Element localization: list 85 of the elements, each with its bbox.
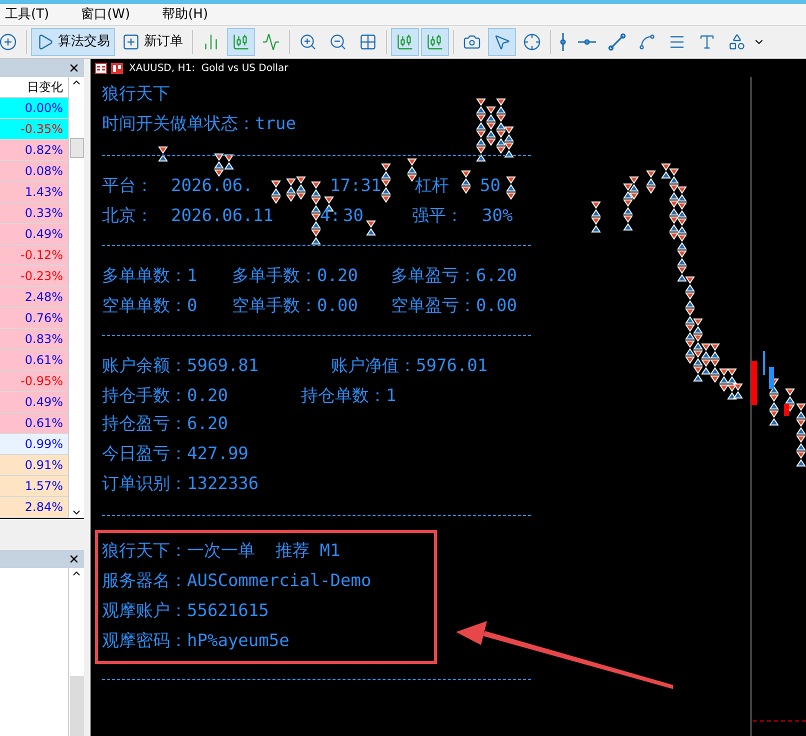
- change-cell: 1.43%: [0, 182, 68, 203]
- info-text: 持仓盈亏：6.20: [102, 413, 228, 436]
- grid-icon: [359, 33, 377, 51]
- change-cell: 0.91%: [0, 455, 68, 476]
- window-icon: [95, 62, 107, 74]
- line-chart-icon: [262, 33, 280, 51]
- change-cell: 0.49%: [0, 392, 68, 413]
- scroll-thumb[interactable]: [70, 676, 84, 736]
- scrollbar[interactable]: [68, 77, 84, 518]
- trend-line-icon: [608, 33, 626, 51]
- info-text: 多单单数：1: [102, 265, 198, 288]
- menu-item[interactable]: 工具(T): [0, 4, 54, 24]
- menu-item[interactable]: 帮助(H): [157, 4, 214, 24]
- menu-item[interactable]: 窗口(W): [76, 4, 136, 24]
- toolbar-button[interactable]: 新订单: [117, 28, 188, 56]
- info-text: 多单盈亏：6.20: [391, 265, 517, 288]
- info-text: 观摩密码：hP%ayeum5e: [102, 630, 290, 654]
- change-cell: -0.12%: [0, 245, 68, 266]
- change-cell: -0.95%: [0, 371, 68, 392]
- change-cell: 0.00%: [0, 98, 68, 119]
- crosshair-icon: [523, 33, 541, 51]
- change-cell: 0.76%: [0, 308, 68, 329]
- info-text: 强平：: [412, 205, 463, 228]
- info-text: 30%: [482, 205, 513, 228]
- scroll-thumb[interactable]: [70, 138, 84, 158]
- chart-icon: [111, 62, 123, 74]
- new-order-icon: [122, 33, 140, 51]
- change-cell: 0.61%: [0, 413, 68, 434]
- info-text: 4:: [320, 205, 340, 228]
- info-text: 账户余额：5969.81: [102, 355, 259, 378]
- cursor-icon: [493, 33, 511, 51]
- toolbar-icon-button[interactable]: [227, 28, 255, 56]
- info-text: 30: [343, 205, 364, 228]
- info-text: 服务器名：AUSCommercial-Demo: [102, 570, 372, 594]
- toolbar-icon-button[interactable]: [391, 28, 419, 56]
- change-cell: -0.35%: [0, 119, 68, 140]
- toolbar-button[interactable]: 算法交易: [31, 28, 115, 56]
- info-text: 账户净值：5976.01: [331, 355, 488, 378]
- candlestick-icon: [232, 33, 250, 51]
- dashed-level-line: [752, 720, 806, 722]
- toolbar-icon-button[interactable]: [421, 28, 449, 56]
- change-cell: 0.99%: [0, 434, 68, 455]
- change-cell: 0.61%: [0, 350, 68, 371]
- change-cell: 0.49%: [0, 224, 68, 245]
- zoom-out-icon: [329, 33, 347, 51]
- bar-chart-icon: [202, 33, 220, 51]
- info-text: 空单手数：0.00: [232, 295, 358, 318]
- camera-icon: [463, 33, 481, 51]
- info-text: 平台：: [102, 175, 153, 198]
- info-text: 观摩账户：55621615: [102, 600, 269, 624]
- candlestick-drawing: [751, 351, 789, 416]
- close-icon[interactable]: [68, 62, 80, 74]
- toolbar-icon-button[interactable]: [488, 28, 516, 56]
- info-text: 多单手数：0.20: [232, 265, 358, 288]
- chart-title: XAUUSD, H1: Gold vs US Dollar: [129, 62, 288, 76]
- vertical-line-icon: [560, 33, 566, 51]
- info-text: 2026.06.: [171, 175, 253, 198]
- zoom-in-icon: [299, 33, 317, 51]
- horizontal-line-icon: [578, 39, 596, 45]
- info-text: 50: [480, 175, 500, 198]
- text-icon: [698, 33, 716, 51]
- shapes-icon: [728, 33, 746, 51]
- info-text: 订单识别：1322336: [102, 473, 259, 496]
- info-text: 空单盈亏：0.00: [391, 295, 517, 318]
- info-text: 持仓单数：1: [301, 385, 396, 408]
- info-text: 空单单数：0: [102, 295, 198, 318]
- info-text: 17:31: [330, 175, 382, 198]
- info-text: 持仓手数：0.20: [102, 385, 228, 408]
- change-cell: -0.23%: [0, 266, 68, 287]
- info-text: 狼行天下：一次一单 推荐 M1: [102, 540, 340, 564]
- info-text: 今日盈亏：427.99: [102, 443, 248, 466]
- change-cell: 0.83%: [0, 329, 68, 350]
- info-text: 时间开关做单状态：true: [102, 113, 296, 136]
- change-cell: 2.48%: [0, 287, 68, 308]
- close-icon[interactable]: [68, 553, 80, 565]
- info-text: 北京：: [102, 205, 153, 228]
- info-text: 2026.06.11: [171, 205, 274, 228]
- change-cell: 0.82%: [0, 140, 68, 161]
- change-cell: 0.08%: [0, 161, 68, 182]
- change-cell: 0.33%: [0, 203, 68, 224]
- info-text: 杠杆: [415, 175, 449, 198]
- info-text: 狼行天下: [102, 83, 170, 106]
- change-cell: 1.57%: [0, 476, 68, 497]
- change-cell: 2.84%: [0, 497, 68, 518]
- play-icon: [36, 33, 54, 51]
